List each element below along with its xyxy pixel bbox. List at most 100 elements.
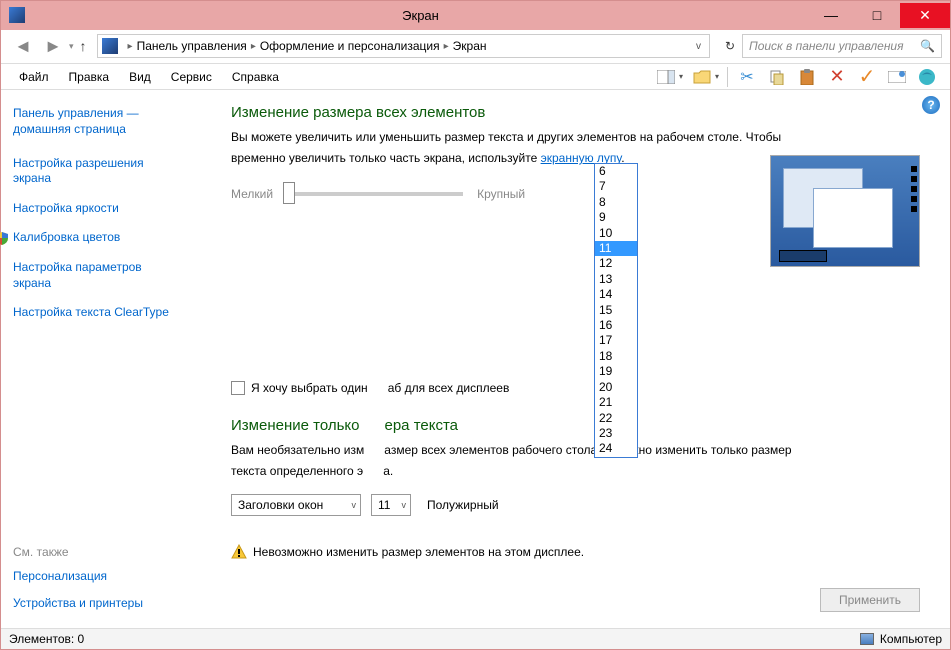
desc2-line2: текста определенного э___а.: [231, 463, 930, 480]
refresh-button[interactable]: ↻: [718, 39, 742, 53]
breadcrumb-leaf[interactable]: Экран: [453, 39, 487, 53]
font-size-option[interactable]: 17: [595, 333, 637, 348]
forward-button[interactable]: ►: [39, 32, 67, 60]
search-icon[interactable]: 🔍: [920, 39, 935, 53]
slider-label-large: Крупный: [477, 187, 525, 201]
copy-icon[interactable]: [766, 66, 788, 88]
menu-view[interactable]: Вид: [119, 66, 161, 88]
breadcrumb[interactable]: ▸ Панель управления ▸ Оформление и персо…: [97, 34, 710, 58]
menu-file[interactable]: Файл: [9, 66, 59, 88]
history-dropdown[interactable]: ▾: [69, 41, 74, 52]
breadcrumb-dropdown[interactable]: v: [692, 41, 705, 52]
maximize-button[interactable]: □: [854, 3, 900, 28]
sidebar-params[interactable]: Настройка параметровэкрана: [13, 256, 211, 295]
font-size-option[interactable]: 19: [595, 364, 637, 379]
globe-icon[interactable]: [916, 66, 938, 88]
font-size-option[interactable]: 12: [595, 256, 637, 271]
font-size-option[interactable]: 7: [595, 179, 637, 194]
chevron-down-icon[interactable]: ▾: [715, 72, 719, 81]
window-icon: [9, 7, 25, 23]
menu-edit[interactable]: Правка: [59, 66, 120, 88]
chevron-right-icon: ▸: [128, 41, 133, 52]
font-size-option[interactable]: 22: [595, 411, 637, 426]
font-size-option[interactable]: 11: [595, 241, 637, 256]
custom-scale-label: Я хочу выбрать один___аб для всех диспле…: [251, 381, 509, 395]
font-size-option[interactable]: 21: [595, 395, 637, 410]
font-size-option[interactable]: 23: [595, 426, 637, 441]
up-button[interactable]: ↑: [80, 38, 87, 54]
warning-text: Невозможно изменить размер элементов на …: [253, 545, 584, 559]
font-size-option[interactable]: 20: [595, 380, 637, 395]
font-size-combo[interactable]: 11v: [371, 494, 411, 516]
warning-row: Невозможно изменить размер элементов на …: [231, 544, 930, 560]
sidebar-calibration[interactable]: Калибровка цветов: [13, 226, 211, 250]
heading-resize-all: Изменение размера всех элементов: [231, 104, 930, 121]
search-placeholder: Поиск в панели управления: [749, 39, 904, 53]
sidebar-brightness[interactable]: Настройка яркости: [13, 197, 211, 221]
preview-pane-icon[interactable]: [655, 66, 677, 88]
menubar: Файл Правка Вид Сервис Справка ▾ ▾ ✂ ✕ ✓: [1, 64, 950, 91]
folder-icon[interactable]: [691, 66, 713, 88]
sidebar-personalization[interactable]: Персонализация: [13, 565, 211, 589]
apply-button[interactable]: Применить: [820, 588, 920, 612]
preview-taskbar: [779, 250, 827, 262]
content-area: ? Панель управления —домашняя страница Н…: [1, 90, 950, 628]
shield-icon: [0, 231, 9, 245]
computer-icon: [860, 633, 874, 645]
chevron-down-icon[interactable]: ▾: [679, 72, 683, 81]
separator: [727, 67, 728, 87]
monitor-icon: [102, 38, 118, 54]
desc2-line1: Вам необязательно изм___азмер всех элеме…: [231, 442, 930, 459]
preview-dots: [911, 166, 917, 212]
close-button[interactable]: ✕: [900, 3, 950, 28]
status-location: Компьютер: [880, 632, 942, 646]
titlebar: Экран — □ ✕: [1, 1, 950, 30]
search-input[interactable]: Поиск в панели управления 🔍: [742, 34, 942, 58]
chevron-right-icon: ▸: [444, 41, 449, 52]
desc-line1: Вы можете увеличить или уменьшить размер…: [231, 129, 930, 146]
custom-scale-checkbox[interactable]: [231, 381, 245, 395]
cut-icon[interactable]: ✂: [736, 66, 758, 88]
status-count: Элементов: 0: [9, 632, 84, 646]
slider-thumb[interactable]: [283, 182, 295, 204]
font-size-option[interactable]: 9: [595, 210, 637, 225]
font-size-option[interactable]: 18: [595, 349, 637, 364]
font-size-option[interactable]: 13: [595, 272, 637, 287]
heading-text-only: Изменение только___ера текста: [231, 417, 930, 434]
statusbar: Элементов: 0 Компьютер: [1, 628, 950, 649]
see-also-header: См. также: [13, 545, 211, 559]
slider-label-small: Мелкий: [231, 187, 273, 201]
menu-tools[interactable]: Сервис: [161, 66, 222, 88]
sidebar-resolution[interactable]: Настройка разрешенияэкрана: [13, 152, 211, 191]
nav-toolbar: ◄ ► ▾ ↑ ▸ Панель управления ▸ Оформление…: [1, 30, 950, 64]
minimize-button[interactable]: —: [808, 3, 854, 28]
mail-icon[interactable]: [886, 66, 908, 88]
size-slider[interactable]: [283, 192, 463, 196]
font-size-option[interactable]: 15: [595, 303, 637, 318]
font-size-option[interactable]: 16: [595, 318, 637, 333]
window-title: Экран: [33, 8, 808, 23]
element-combo[interactable]: Заголовки оконv: [231, 494, 361, 516]
chevron-down-icon: v: [352, 500, 357, 510]
font-size-dropdown-list[interactable]: 6789101112131415161718192021222324: [594, 163, 638, 458]
sidebar-cleartype[interactable]: Настройка текста ClearType: [13, 301, 211, 325]
breadcrumb-root[interactable]: Панель управления: [137, 39, 247, 53]
check-icon[interactable]: ✓: [856, 66, 878, 88]
breadcrumb-mid[interactable]: Оформление и персонализация: [260, 39, 440, 53]
font-size-option[interactable]: 10: [595, 226, 637, 241]
warning-icon: [231, 544, 247, 560]
delete-icon[interactable]: ✕: [826, 66, 848, 88]
chevron-down-icon: v: [402, 500, 407, 510]
sidebar-devices[interactable]: Устройства и принтеры: [13, 592, 211, 616]
font-size-option[interactable]: 8: [595, 195, 637, 210]
back-button[interactable]: ◄: [9, 32, 37, 60]
font-size-option[interactable]: 14: [595, 287, 637, 302]
font-size-option[interactable]: 6: [595, 164, 637, 179]
menu-help[interactable]: Справка: [222, 66, 289, 88]
main-panel: Изменение размера всех элементов Вы може…: [211, 90, 950, 628]
preview-window-2: [813, 188, 893, 248]
sidebar-home[interactable]: Панель управления —домашняя страница: [13, 102, 211, 141]
desktop-preview: [770, 155, 920, 267]
font-size-option[interactable]: 24: [595, 441, 637, 456]
paste-icon[interactable]: [796, 66, 818, 88]
